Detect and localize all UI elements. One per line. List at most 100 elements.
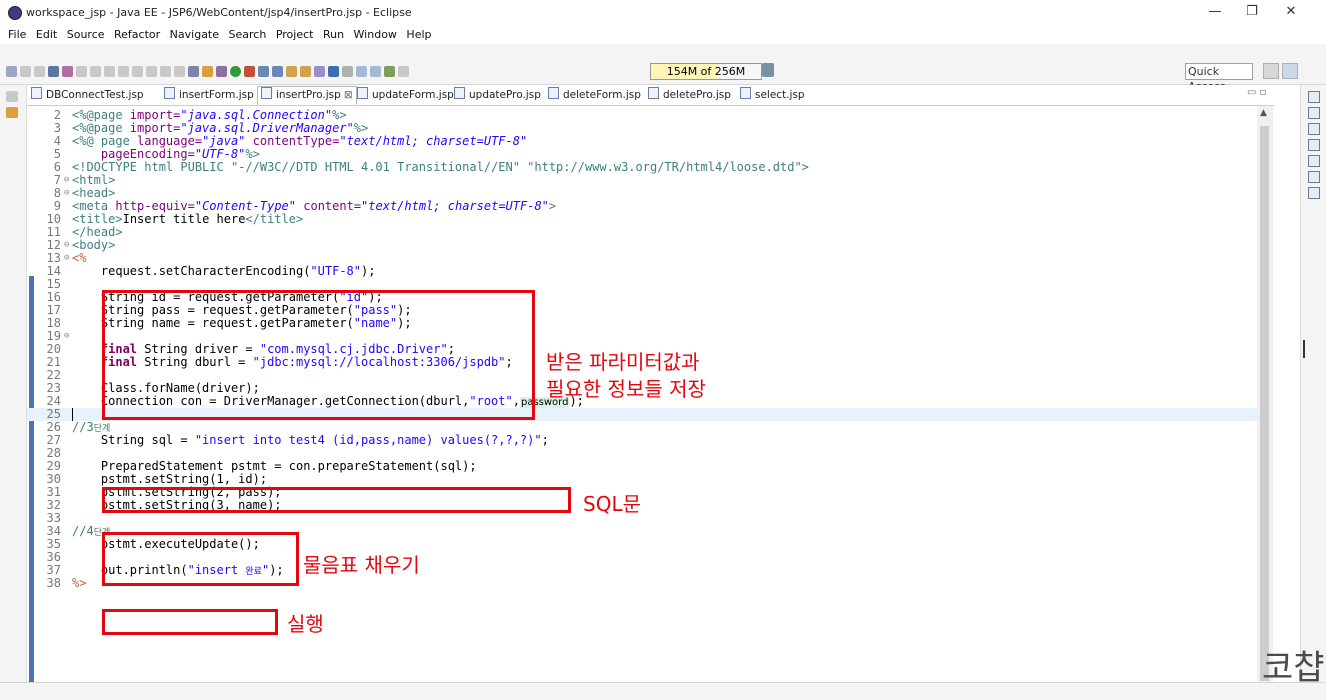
new-icon[interactable] [6,65,17,77]
pin-icon[interactable] [342,65,353,77]
scroll-up-icon[interactable]: ▲ [1260,108,1267,118]
tab-updateform[interactable]: updateForm.jsp [357,87,454,104]
skip-breakpoints-icon[interactable] [62,65,73,77]
data-source-icon[interactable] [1308,171,1320,183]
code-token: content= [303,199,362,213]
open-perspective-icon[interactable] [1263,63,1279,79]
menu-project[interactable]: Project [276,26,314,44]
suspend-icon[interactable] [90,65,101,77]
window-edge-mark [1303,340,1305,358]
search-icon[interactable] [314,65,325,77]
minimize-button[interactable]: — [1200,4,1230,22]
project-explorer-icon[interactable] [6,107,18,118]
code-token: title [259,212,296,226]
sql-annotation: SQL문 [583,492,641,516]
menu-search[interactable]: Search [229,26,267,44]
forward-icon[interactable] [398,65,409,77]
code-text: request.setCharacterEncoding("UTF-8"); [72,265,376,278]
code-token: "java.sql.Connection" [180,108,333,122]
run-icon[interactable] [230,65,241,77]
code-token: language= [137,134,203,148]
tab-deleteform[interactable]: deleteForm.jsp [548,87,641,104]
jsp-file-icon [548,87,559,99]
menu-file[interactable]: File [8,26,26,44]
tab-dbconnecttest[interactable]: DBConnectTest.jsp [31,87,144,104]
editor-tabs: DBConnectTest.jsp insertForm.jsp insertP… [27,85,1274,106]
step-return-icon[interactable] [160,65,171,77]
code-token: html [79,173,109,187]
disconnect-icon[interactable] [118,65,129,77]
tab-updatepro[interactable]: updatePro.jsp [454,87,541,104]
annotation-icon[interactable] [328,65,339,77]
menu-edit[interactable]: Edit [36,26,57,44]
new-java-project-icon[interactable] [258,65,269,77]
code-token: String sql = [100,433,195,447]
vertical-scrollbar[interactable]: ▲ [1257,106,1273,682]
terminate-icon[interactable] [104,65,115,77]
menu-run[interactable]: Run [323,26,344,44]
menu-source[interactable]: Source [67,26,105,44]
jsp-file-icon [261,87,272,99]
tab-insertpro[interactable]: insertPro.jsp ⊠ [257,86,357,105]
restore-icon[interactable] [6,91,18,102]
open-type-icon[interactable] [286,65,297,77]
step-into-icon[interactable] [132,65,143,77]
tab-select[interactable]: select.jsp [740,87,805,104]
close-button[interactable]: ✕ [1276,4,1306,22]
window-titlebar: workspace_jsp - Java EE - JSP6/WebConten… [0,0,1326,26]
window-title: workspace_jsp - Java EE - JSP6/WebConten… [26,6,412,19]
back-icon[interactable] [384,65,395,77]
menu-help[interactable]: Help [406,26,431,44]
open-task-icon[interactable] [300,65,311,77]
code-token: "UTF-8" [194,147,246,161]
resume-icon[interactable] [76,65,87,77]
external-tools-icon[interactable] [244,65,255,77]
garbage-collect-icon[interactable] [762,63,774,77]
left-trim [0,85,27,682]
jsp-file-icon [454,87,465,99]
prev-annotation-icon[interactable] [370,65,381,77]
scrollbar-thumb[interactable] [1260,126,1269,681]
menu-window[interactable]: Window [354,26,397,44]
exec-annotation: 실행 [287,612,324,636]
code-line: 10 <title>Insert title here</title> [27,213,1257,226]
console-icon[interactable] [48,65,59,77]
jsp-file-icon [164,87,175,99]
new-package-icon[interactable] [272,65,283,77]
debug-icon[interactable] [216,65,227,77]
drop-frame-icon[interactable] [174,65,185,77]
close-tab-icon[interactable]: ⊠ [344,89,353,101]
refresh-icon[interactable] [202,65,213,77]
outline-icon[interactable] [1308,107,1320,119]
code-token: pageEncoding= [100,147,195,161]
tab-insertform[interactable]: insertForm.jsp [164,87,254,104]
console-view-icon[interactable] [1308,187,1320,199]
code-token: "java" [202,134,246,148]
code-token: "text/html; charset=UTF-8" [339,134,528,148]
code-token: <!DOCTYPE html PUBLIC "-//W3C//DTD HTML … [72,160,809,174]
menu-navigate[interactable]: Navigate [170,26,219,44]
save-all-icon[interactable] [34,65,45,77]
tab-label: DBConnectTest.jsp [46,89,144,101]
restore-button[interactable]: ❐ [1237,4,1267,22]
code-token: %> [72,576,87,590]
jsp-file-icon [648,87,659,99]
server-icon[interactable] [188,65,199,77]
save-icon[interactable] [20,65,31,77]
task-list-icon[interactable] [1308,123,1320,135]
code-token: import= [129,121,181,135]
menu-refactor[interactable]: Refactor [114,26,160,44]
java-ee-perspective-icon[interactable] [1282,63,1298,79]
tab-deletepro[interactable]: deletePro.jsp [648,87,731,104]
tab-label: select.jsp [755,89,805,101]
restore-right-icon[interactable] [1308,91,1320,103]
code-line: 33 [27,512,1257,525]
exec-highlight-box [102,609,278,635]
code-token: > [108,173,116,187]
quick-access-input[interactable]: Quick Access [1185,63,1253,93]
step-over-icon[interactable] [146,65,157,77]
minimize-editor-icon[interactable]: ▭ ▫ [1247,87,1266,98]
servers-icon[interactable] [1308,155,1320,167]
properties-icon[interactable] [1308,139,1320,151]
next-annotation-icon[interactable] [356,65,367,77]
